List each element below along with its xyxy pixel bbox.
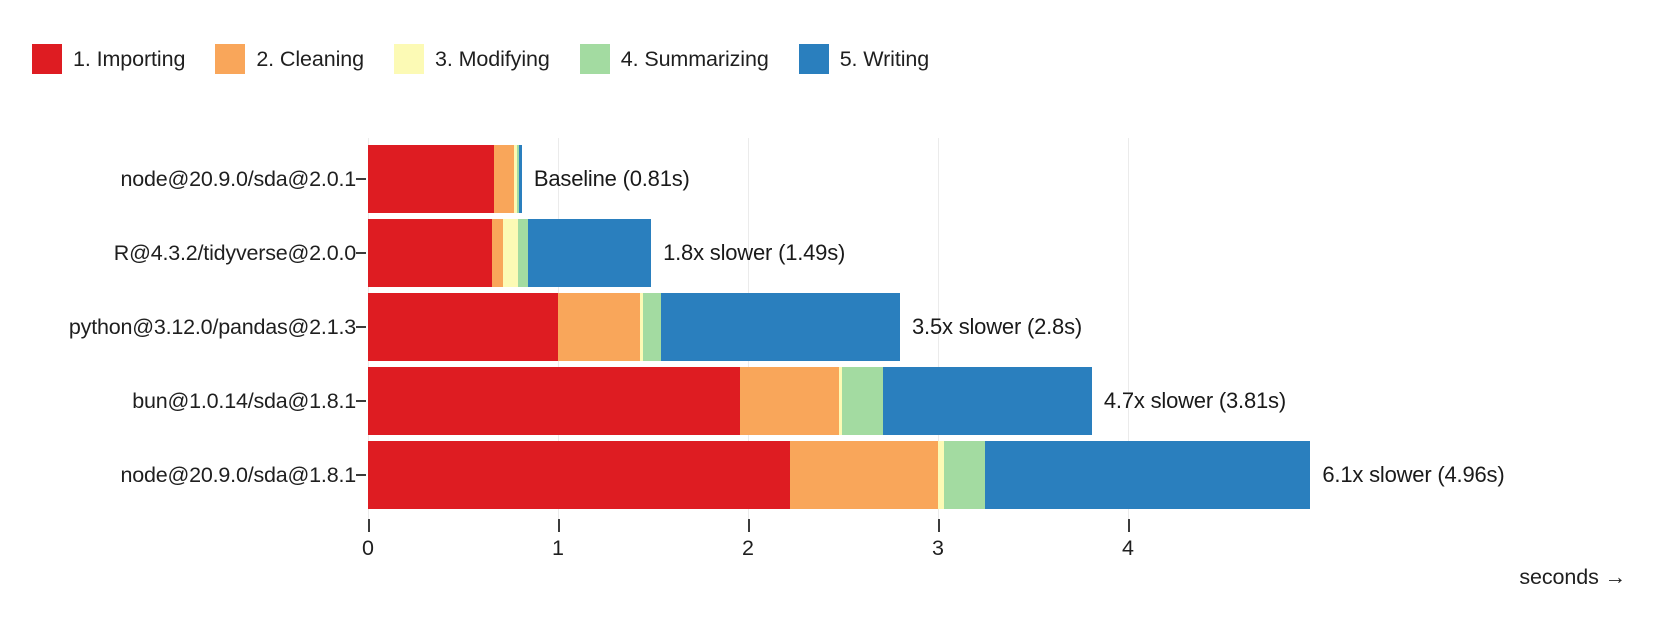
bar-segment[interactable] [368,219,492,287]
y-axis-tick-mark [356,474,366,476]
bar-segment[interactable] [943,441,986,509]
bar-value-annotation: Baseline (0.81s) [533,166,690,191]
x-axis-title: seconds → [1519,565,1626,589]
bar-segment[interactable] [519,145,522,213]
chart-bar-row: bun@1.0.14/sda@1.8.1 4.7x slower (3.81s) [0,367,1664,435]
bar-segment[interactable] [368,145,495,213]
bar-segment[interactable] [740,367,840,435]
chart-bar-row: R@4.3.2/tidyverse@2.0.0 1.8x slower (1.49… [0,219,1664,287]
chart-plot-area: node@20.9.0/sda@2.0.1 Baseline (0.81s) R@4… [0,0,1664,640]
bar-segment[interactable] [643,293,661,361]
chart-bar-row: node@20.9.0/sda@2.0.1 Baseline (0.81s) [0,145,1664,213]
bar-segment[interactable] [368,441,790,509]
stacked-bar[interactable] [368,367,1092,435]
stacked-bar[interactable] [368,293,900,361]
y-axis-tick-mark [356,326,366,328]
y-axis-tick-mark [356,178,366,180]
chart-bar-row: node@20.9.0/sda@1.8.1 6.1x slower (4.96s) [0,441,1664,509]
x-axis-tick-mark [938,519,940,532]
bar-segment[interactable] [491,219,503,287]
x-axis-tick-mark [368,519,370,532]
bar-segment[interactable] [842,367,883,435]
y-axis-tick-mark [356,252,366,254]
bar-segment[interactable] [558,293,640,361]
y-axis-category-label: R@4.3.2/tidyverse@2.0.0 [113,241,356,265]
stacked-bar[interactable] [368,441,1311,509]
bar-segment[interactable] [494,145,515,213]
bar-value-annotation: 4.7x slower (3.81s) [1103,388,1286,413]
bar-value-annotation: 1.8x slower (1.49s) [663,240,846,265]
bar-value-annotation: 3.5x slower (2.8s) [912,314,1083,339]
chart-bar-row: python@3.12.0/pandas@2.1.3 3.5x slower (2… [0,293,1664,361]
bar-segment[interactable] [789,441,938,509]
x-axis-tick-label: 4 [1122,536,1134,560]
bar-segment[interactable] [368,367,741,435]
bar-segment[interactable] [527,219,652,287]
x-axis-tick-label: 0 [362,536,374,560]
bar-segment[interactable] [660,293,900,361]
chart-x-axis: seconds → 0 1 2 3 4 [0,519,1664,589]
bar-segment[interactable] [518,219,528,287]
bar-value-annotation: 6.1x slower (4.96s) [1322,462,1505,487]
y-axis-category-label: node@20.9.0/sda@1.8.1 [120,463,356,487]
x-axis-tick-mark [558,519,560,532]
x-axis-tick-label: 2 [742,536,754,560]
bar-segment[interactable] [502,219,519,287]
y-axis-category-label: node@20.9.0/sda@2.0.1 [120,167,356,191]
x-axis-tick-mark [748,519,750,532]
y-axis-tick-mark [356,400,366,402]
stacked-bar[interactable] [368,145,522,213]
bar-segment[interactable] [882,367,1092,435]
y-axis-category-label: python@3.12.0/pandas@2.1.3 [68,315,356,339]
x-axis-tick-mark [1128,519,1130,532]
bar-segment[interactable] [368,293,558,361]
y-axis-category-label: bun@1.0.14/sda@1.8.1 [132,389,356,413]
x-axis-tick-label: 3 [932,536,944,560]
bar-segment[interactable] [985,441,1311,509]
stacked-bar[interactable] [368,219,652,287]
x-axis-tick-label: 1 [552,536,564,560]
